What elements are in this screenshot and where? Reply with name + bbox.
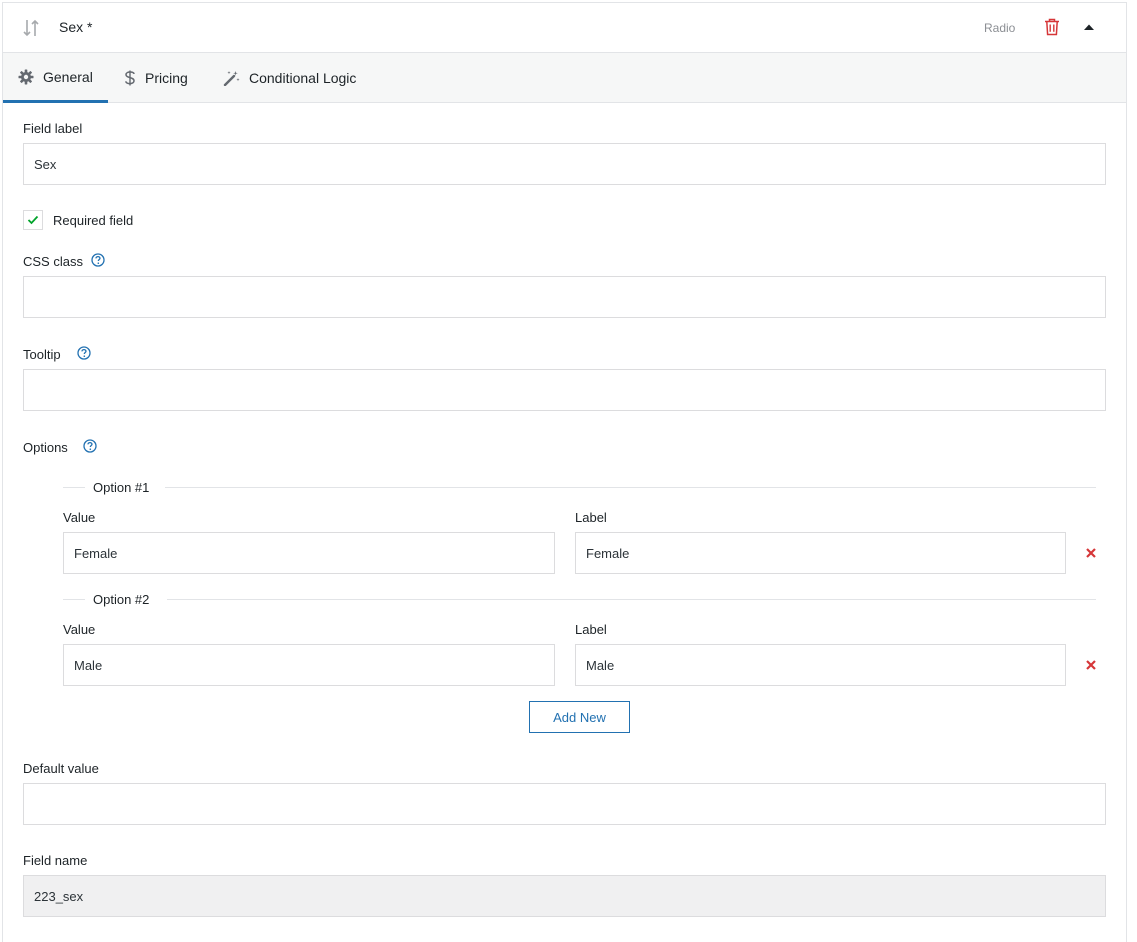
tab-pricing[interactable]: Pricing xyxy=(124,53,188,103)
tab-conditional-logic[interactable]: Conditional Logic xyxy=(223,53,356,103)
add-new-option-button[interactable]: Add New xyxy=(529,701,630,733)
option-value-label: Value xyxy=(63,622,96,637)
field-label-label: Field label xyxy=(23,121,83,136)
field-label-input[interactable] xyxy=(23,143,1106,185)
option-legend: Option #2 xyxy=(93,592,150,607)
dollar-icon xyxy=(125,70,135,86)
default-value-label: Default value xyxy=(23,761,99,776)
tab-general[interactable]: General xyxy=(3,53,108,103)
option-legend: Option #1 xyxy=(93,480,150,495)
field-header[interactable]: Sex * Radio xyxy=(3,3,1126,53)
option-value-label: Value xyxy=(63,510,96,525)
gear-icon xyxy=(18,69,34,84)
tab-pricing-label: Pricing xyxy=(145,70,188,86)
required-field-label: Required field xyxy=(53,213,134,228)
tooltip-label: Tooltip xyxy=(23,347,61,362)
close-icon[interactable] xyxy=(1085,659,1097,671)
trash-icon[interactable] xyxy=(1044,18,1060,36)
help-icon[interactable] xyxy=(91,253,105,267)
css-class-label: CSS class xyxy=(23,254,83,269)
fieldset-divider xyxy=(167,599,1096,600)
option-label-input[interactable] xyxy=(575,644,1066,686)
help-icon[interactable] xyxy=(83,439,97,453)
sort-arrows-icon[interactable] xyxy=(22,18,40,38)
close-icon[interactable] xyxy=(1085,547,1097,559)
required-checkbox[interactable] xyxy=(23,210,43,230)
option-value-input[interactable] xyxy=(63,644,555,686)
options-label: Options xyxy=(23,440,68,455)
option-value-input[interactable] xyxy=(63,532,555,574)
field-type-badge: Radio xyxy=(984,21,1016,35)
tooltip-input[interactable] xyxy=(23,369,1106,411)
tab-general-label: General xyxy=(43,68,93,85)
tab-bar: General Pricing Conditional Logic xyxy=(3,53,1126,103)
field-name-input[interactable] xyxy=(23,875,1106,917)
option-label-label: Label xyxy=(575,510,607,525)
field-editor-panel: Sex * Radio General Pricing Conditional … xyxy=(2,2,1127,942)
option-label-label: Label xyxy=(575,622,607,637)
default-value-input[interactable] xyxy=(23,783,1106,825)
field-title: Sex * xyxy=(59,19,93,35)
css-class-input[interactable] xyxy=(23,276,1106,318)
tab-conditional-logic-label: Conditional Logic xyxy=(249,70,357,86)
magic-wand-icon xyxy=(223,71,240,86)
field-name-label: Field name xyxy=(23,853,88,868)
help-icon[interactable] xyxy=(77,346,91,360)
fieldset-divider xyxy=(63,599,85,600)
checkmark-icon xyxy=(27,215,39,225)
fieldset-divider xyxy=(63,487,85,488)
caret-up-icon[interactable] xyxy=(1082,22,1096,32)
option-label-input[interactable] xyxy=(575,532,1066,574)
fieldset-divider xyxy=(165,487,1096,488)
